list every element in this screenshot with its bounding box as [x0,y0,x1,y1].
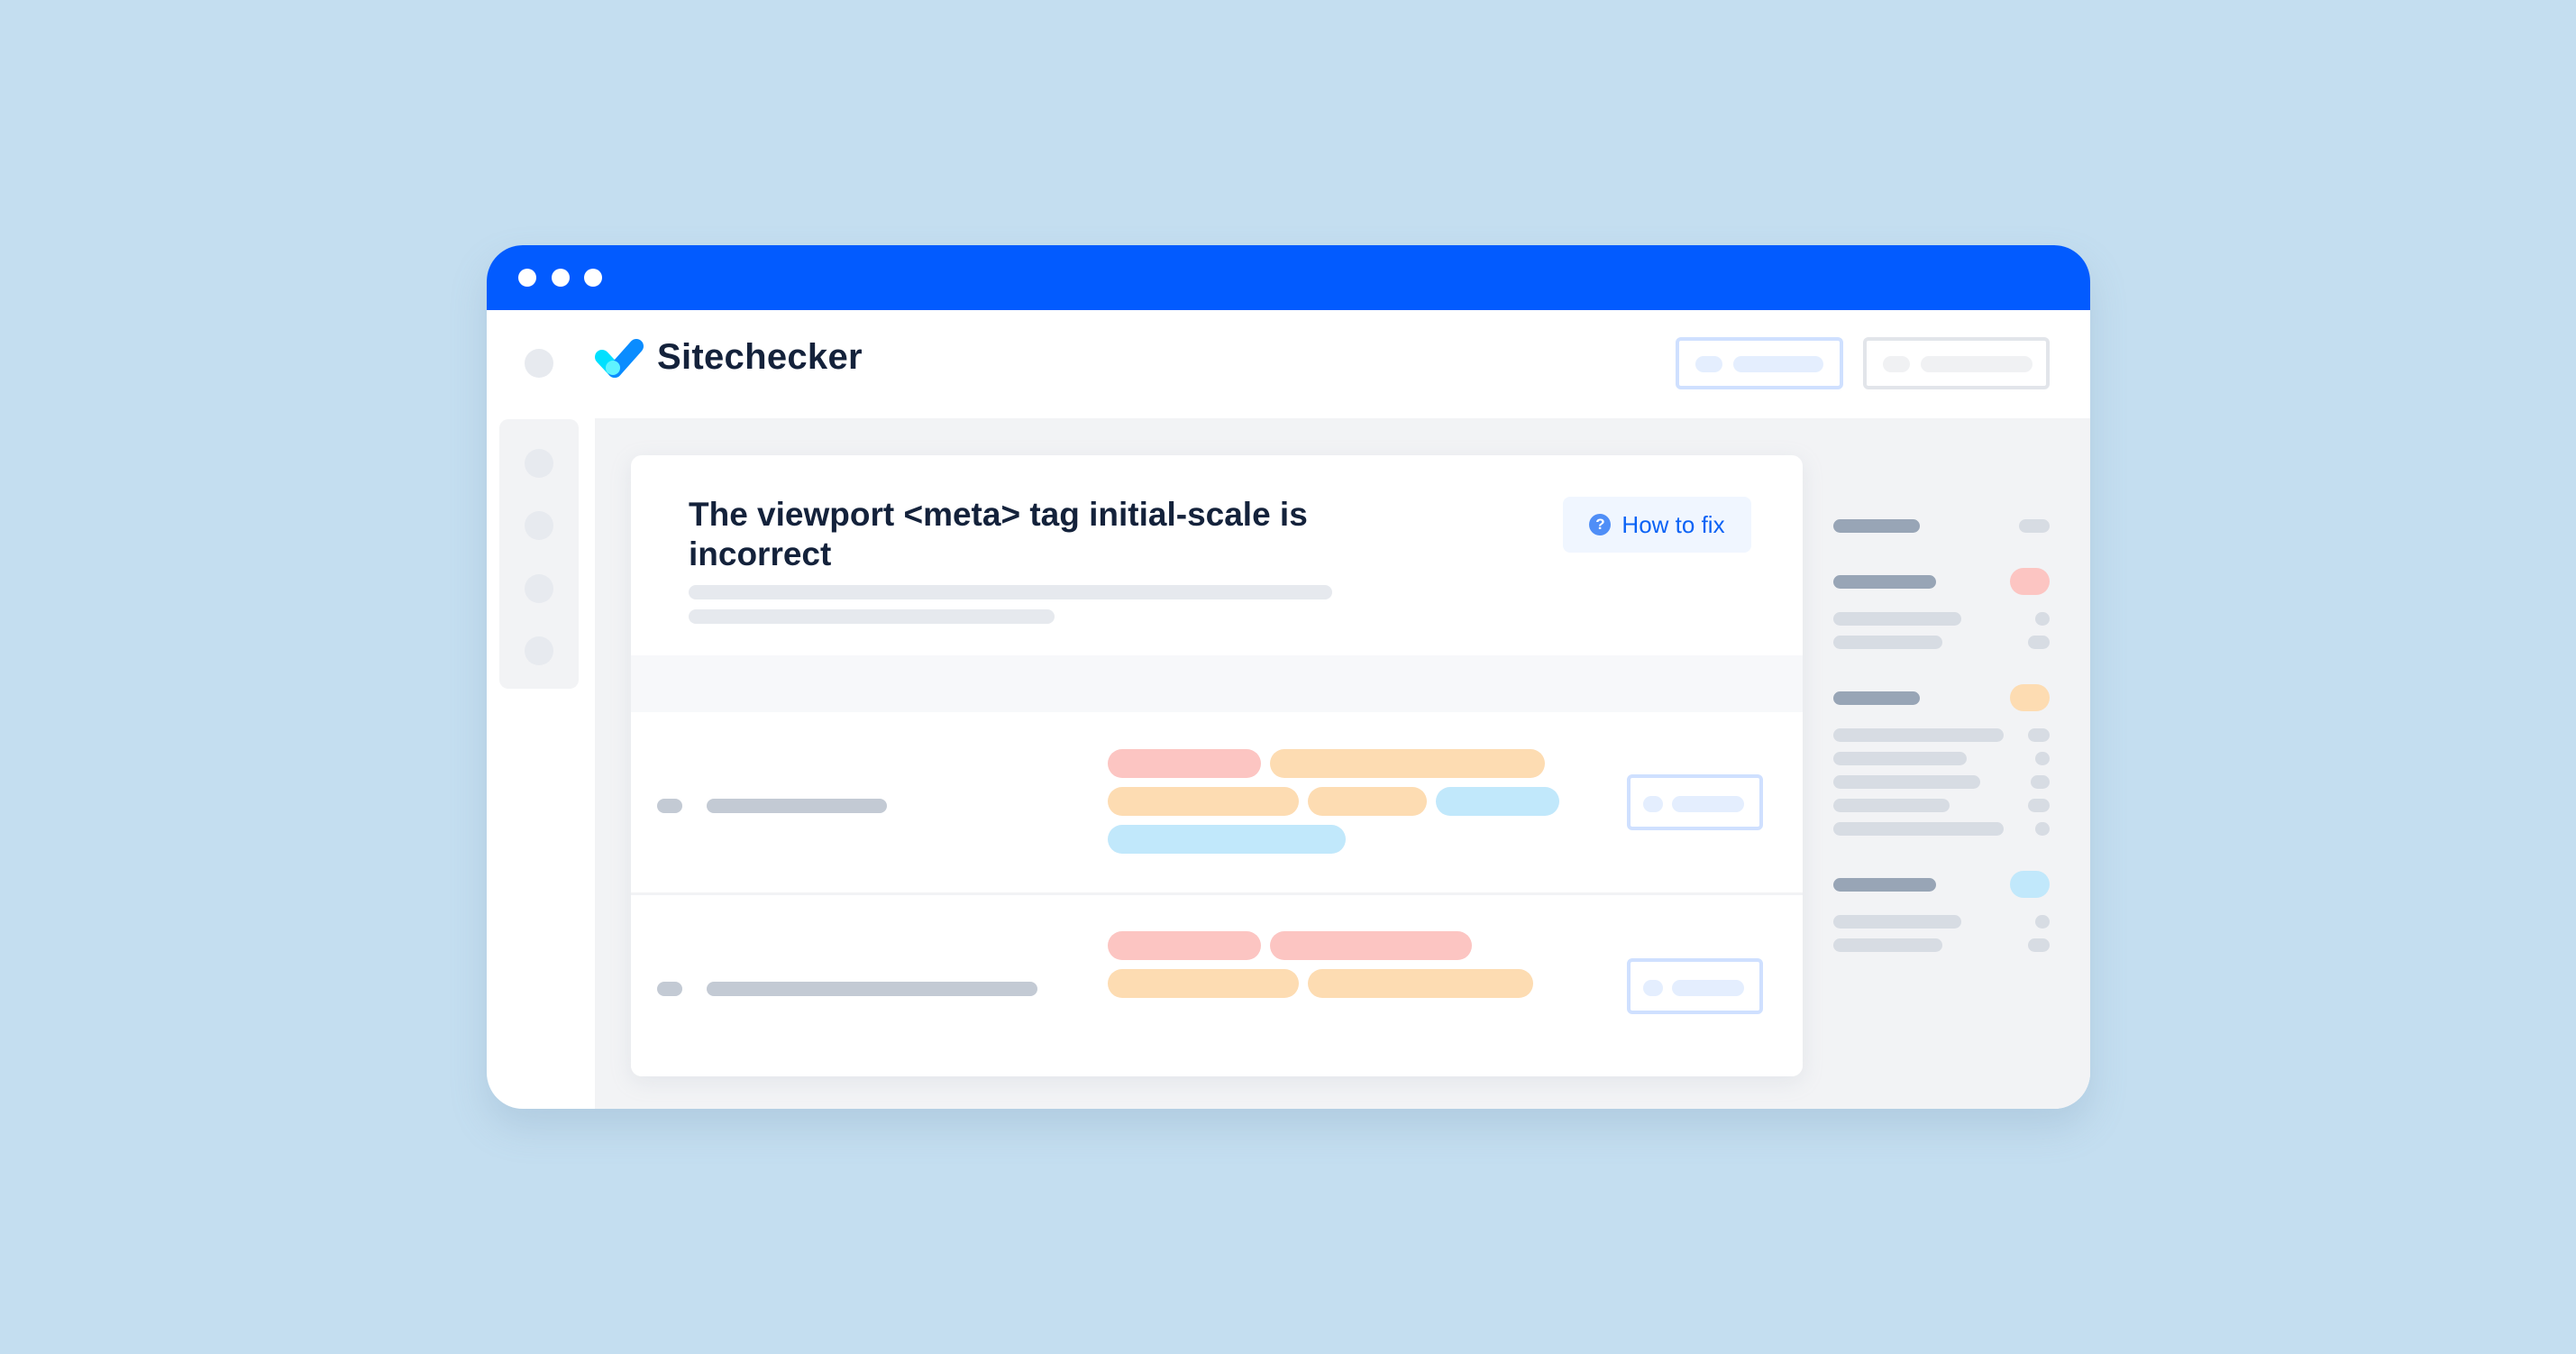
question-circle-icon: ? [1589,514,1612,535]
button-label-placeholder [1672,796,1744,812]
tag-red [1108,749,1261,778]
summary-count [2028,728,2050,742]
browser-window: Sitechecker The viewport <meta> tag init… [487,245,2090,1109]
sidebar-item-4[interactable] [525,636,553,665]
sidebar-item-2[interactable] [525,511,553,540]
button-label-placeholder [1733,356,1823,372]
summary-count [2028,938,2050,952]
tag-orange [1308,969,1533,998]
table-header [631,655,1803,712]
tag-orange [1270,749,1545,778]
summary-count [2035,822,2050,836]
summary-line [1833,636,1942,649]
row-index-placeholder [657,799,682,813]
summary-line [1833,822,2004,836]
summary-line [1833,938,1942,952]
tag-blue [1108,825,1346,854]
description-line-2 [689,609,1055,624]
summary-line [1833,728,2004,742]
severity-badge-orange [2010,684,2050,711]
summary-count [2035,752,2050,765]
summary-count [2035,915,2050,929]
button-icon-placeholder [1643,796,1663,812]
button-label-placeholder [1921,356,2032,372]
button-label-placeholder [1672,980,1744,996]
summary-heading [1833,519,1920,533]
app-header: Sitechecker [487,310,2090,418]
severity-badge-red [2010,568,2050,595]
summary-line [1833,915,1961,929]
header-secondary-button[interactable] [1863,337,2050,389]
summary-panel [1833,418,2090,1109]
issue-title: The viewport <meta> tag initial-scale is… [689,496,1308,572]
summary-count [2035,612,2050,626]
severity-badge-blue [2010,871,2050,898]
summary-line [1833,752,1967,765]
button-icon-placeholder [1695,356,1722,372]
menu-avatar-placeholder[interactable] [525,349,553,378]
tag-orange [1308,787,1427,816]
brand-name[interactable]: Sitechecker [657,337,863,378]
row-action-button[interactable] [1627,958,1763,1014]
table-row[interactable] [631,712,1803,892]
summary-count [2019,519,2050,533]
how-to-fix-label: How to fix [1621,510,1725,538]
checkmark-logo-icon [593,337,645,379]
tag-orange [1108,787,1299,816]
row-action-button[interactable] [1627,774,1763,830]
tag-blue [1436,787,1559,816]
summary-count [2028,799,2050,812]
window-titlebar [487,245,2090,310]
button-icon-placeholder [1883,356,1910,372]
row-url-placeholder [707,982,1037,996]
how-to-fix-button[interactable]: ? How to fix [1563,497,1751,553]
tag-orange [1108,969,1299,998]
button-icon-placeholder [1643,980,1663,996]
summary-line [1833,612,1961,626]
issue-card: The viewport <meta> tag initial-scale is… [631,455,1803,1076]
tag-red [1270,931,1472,960]
summary-count [2028,636,2050,649]
summary-heading [1833,878,1936,892]
description-line-1 [689,585,1332,599]
summary-heading [1833,575,1936,589]
tag-red [1108,931,1261,960]
minimize-dot-icon[interactable] [552,269,570,287]
maximize-dot-icon[interactable] [584,269,602,287]
header-primary-button[interactable] [1676,337,1843,389]
summary-heading [1833,691,1920,705]
left-sidebar [499,419,579,689]
sidebar-item-1[interactable] [525,449,553,478]
row-url-placeholder [707,799,887,813]
summary-line [1833,775,1980,789]
row-index-placeholder [657,982,682,996]
main-content: The viewport <meta> tag initial-scale is… [595,418,2090,1109]
sidebar-item-3[interactable] [525,574,553,603]
summary-line [1833,799,1950,812]
close-dot-icon[interactable] [518,269,536,287]
table-row[interactable] [631,895,1803,1076]
summary-count [2031,775,2050,789]
